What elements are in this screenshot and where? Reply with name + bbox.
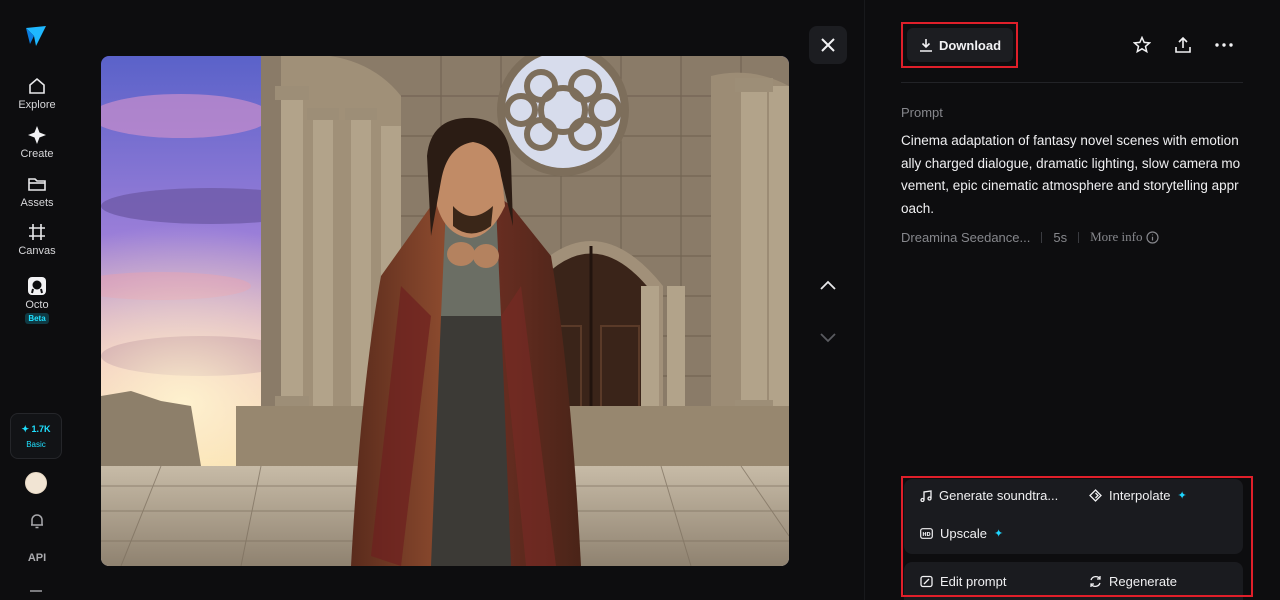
panel-header-divider bbox=[901, 82, 1243, 83]
close-icon bbox=[821, 38, 835, 52]
sidebar-item-canvas[interactable]: Canvas bbox=[0, 222, 74, 257]
more-icon bbox=[1215, 43, 1233, 47]
chevron-down-icon bbox=[820, 333, 836, 343]
octo-icon bbox=[28, 277, 46, 295]
credits-badge[interactable]: ✦ 1.7K Basic bbox=[10, 413, 62, 459]
download-highlight bbox=[901, 22, 1018, 68]
avatar[interactable] bbox=[25, 472, 47, 494]
folder-icon bbox=[28, 178, 46, 191]
details-panel: Download Prompt Cinema adaptation of fan… bbox=[865, 0, 1280, 600]
info-icon bbox=[1146, 230, 1160, 244]
sidebar-item-label: Octo bbox=[25, 299, 49, 311]
credits-value: ✦ 1.7K bbox=[21, 423, 51, 434]
next-button[interactable] bbox=[817, 327, 839, 349]
star-icon bbox=[1133, 36, 1151, 54]
sidebar-item-octo[interactable]: Octo Beta bbox=[0, 276, 74, 324]
canvas-icon bbox=[29, 224, 45, 240]
media-preview[interactable] bbox=[101, 56, 789, 566]
api-link[interactable]: API bbox=[0, 552, 74, 564]
favorite-button[interactable] bbox=[1132, 35, 1152, 55]
scene-image bbox=[101, 56, 789, 566]
logo-icon[interactable] bbox=[24, 24, 48, 48]
duration: 5s bbox=[1053, 229, 1068, 245]
more-options-button[interactable] bbox=[1214, 35, 1234, 55]
meta-separator bbox=[1078, 231, 1080, 243]
share-button[interactable] bbox=[1173, 35, 1193, 55]
chevron-up-icon bbox=[820, 280, 836, 290]
prompt-text: Cinema adaptation of fantasy novel scene… bbox=[901, 133, 1241, 216]
sidebar-item-label: Explore bbox=[18, 99, 56, 111]
close-button[interactable] bbox=[809, 26, 847, 64]
more-info-link[interactable]: More info bbox=[1090, 229, 1160, 245]
menu-icon[interactable] bbox=[30, 590, 42, 592]
prompt-label: Prompt bbox=[901, 105, 943, 120]
generation-meta: Dreamina Seedance... 5s More info bbox=[901, 229, 1160, 245]
sidebar-item-explore[interactable]: Explore bbox=[0, 76, 74, 111]
sidebar-item-label: Assets bbox=[20, 197, 54, 209]
actions-highlight bbox=[901, 476, 1253, 597]
home-icon bbox=[29, 77, 45, 94]
sidebar-item-create[interactable]: Create bbox=[0, 125, 74, 160]
share-icon bbox=[1175, 36, 1191, 53]
app-root: Explore Create Assets Canvas Octo Beta ✦… bbox=[0, 0, 1280, 600]
bell-icon[interactable] bbox=[28, 512, 46, 530]
model-name: Dreamina Seedance... bbox=[901, 229, 1031, 245]
plan-label: Basic bbox=[26, 439, 46, 449]
beta-badge: Beta bbox=[25, 313, 49, 324]
meta-separator bbox=[1041, 231, 1043, 243]
sidebar-item-label: Canvas bbox=[18, 245, 56, 257]
previous-button[interactable] bbox=[817, 274, 839, 296]
sidebar-item-assets[interactable]: Assets bbox=[0, 174, 74, 209]
sidebar: Explore Create Assets Canvas Octo Beta ✦… bbox=[0, 0, 74, 600]
sidebar-item-label: Create bbox=[20, 148, 54, 160]
sparkle-icon bbox=[28, 126, 46, 144]
